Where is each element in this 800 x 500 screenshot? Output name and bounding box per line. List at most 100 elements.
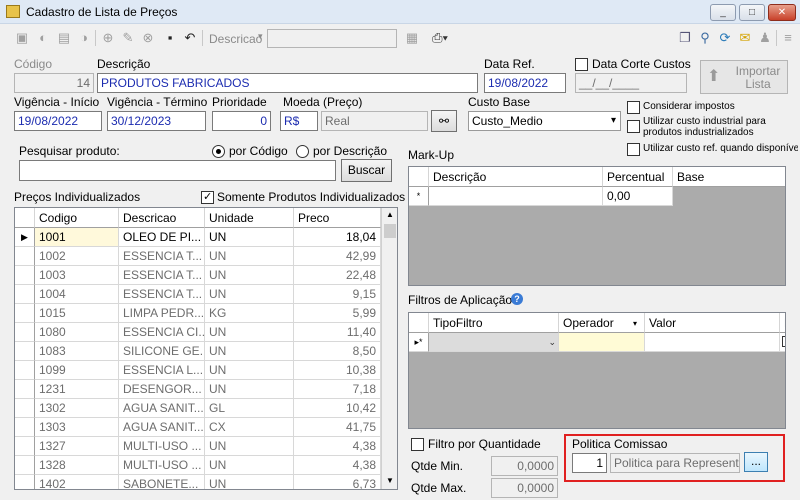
cell-codigo[interactable]: 1083 xyxy=(35,342,119,361)
col-header-preco[interactable]: Preco xyxy=(294,208,381,228)
close-button[interactable]: ✕ xyxy=(768,4,796,21)
add-icon[interactable]: ⊕ xyxy=(100,30,116,46)
cell-descricao[interactable]: SABONETE... xyxy=(119,475,205,489)
moeda-lookup-icon[interactable]: ⚯ xyxy=(431,110,457,132)
markup-new-base[interactable] xyxy=(673,187,785,206)
markup-new-descricao[interactable] xyxy=(429,187,603,206)
col-header-descricao[interactable]: Descrição xyxy=(429,167,603,187)
cell-codigo[interactable]: 1328 xyxy=(35,456,119,475)
col-header-valor[interactable]: Valor xyxy=(645,313,780,333)
save-icon[interactable]: ▪ xyxy=(162,30,178,46)
data-corte-checkbox[interactable] xyxy=(575,58,588,71)
filtro-quantidade-checkbox[interactable] xyxy=(411,438,424,451)
row-header[interactable] xyxy=(15,304,35,323)
custo-base-select[interactable]: Custo_Medio ▾ xyxy=(468,111,621,131)
edit-icon[interactable]: ✎ xyxy=(120,30,136,46)
cell-unidade[interactable]: UN xyxy=(205,285,294,304)
filter-field-label[interactable]: Descricao xyxy=(209,32,262,46)
col-header-codigo[interactable]: Codigo xyxy=(35,208,119,228)
row-header[interactable] xyxy=(15,323,35,342)
cell-codigo[interactable]: 1015 xyxy=(35,304,119,323)
cell-codigo[interactable]: 1004 xyxy=(35,285,119,304)
row-header[interactable] xyxy=(15,399,35,418)
previous-record-icon[interactable]: ◐ xyxy=(35,30,51,46)
radio-por-codigo[interactable] xyxy=(212,145,225,158)
cell-unidade[interactable]: UN xyxy=(205,323,294,342)
minimize-button[interactable]: _ xyxy=(710,4,736,21)
row-header[interactable] xyxy=(15,285,35,304)
windows-icon[interactable]: ❐ xyxy=(677,30,693,46)
precos-scrollbar[interactable]: ▲ ▼ xyxy=(381,208,397,489)
cell-descricao[interactable]: ESSENCIA T... xyxy=(119,285,205,304)
col-header-descricao[interactable]: Descricao xyxy=(119,208,205,228)
cell-unidade[interactable]: UN xyxy=(205,456,294,475)
cell-preco[interactable]: 11,40 xyxy=(294,323,381,342)
cell-descricao[interactable]: LIMPA PEDR... xyxy=(119,304,205,323)
cell-preco[interactable]: 22,48 xyxy=(294,266,381,285)
col-header-tipofiltro[interactable]: TipoFiltro xyxy=(429,313,559,333)
cell-preco[interactable]: 42,99 xyxy=(294,247,381,266)
row-header[interactable] xyxy=(15,342,35,361)
row-header[interactable] xyxy=(15,247,35,266)
cell-unidade[interactable]: UN xyxy=(205,247,294,266)
row-header[interactable] xyxy=(15,475,35,489)
cell-descricao[interactable]: ESSENCIA L... xyxy=(119,361,205,380)
cell-preco[interactable]: 18,04 xyxy=(294,228,381,247)
filtro-tipo-combo[interactable]: ⌄ xyxy=(429,333,559,352)
comissao-code-field[interactable]: 1 xyxy=(572,453,607,473)
col-header-unidade[interactable]: Unidade xyxy=(205,208,294,228)
col-header-base[interactable]: Base xyxy=(673,167,785,187)
cell-preco[interactable]: 10,38 xyxy=(294,361,381,380)
cell-descricao[interactable]: ESSENCIA T... xyxy=(119,247,205,266)
refresh-icon[interactable]: ⟳ xyxy=(717,30,733,46)
scroll-thumb[interactable] xyxy=(384,224,396,238)
cell-codigo[interactable]: 1002 xyxy=(35,247,119,266)
cell-preco[interactable]: 8,50 xyxy=(294,342,381,361)
vigencia-termino-field[interactable]: 30/12/2023 xyxy=(107,111,206,131)
custo-industrial-checkbox[interactable] xyxy=(627,120,640,133)
current-row-indicator[interactable]: ▶ xyxy=(15,228,35,247)
cell-unidade[interactable]: GL xyxy=(205,399,294,418)
cell-descricao[interactable]: OLEO DE PI... xyxy=(119,228,205,247)
menu-icon[interactable]: ≡ xyxy=(780,30,796,46)
cell-descricao[interactable]: MULTI-USO ... xyxy=(119,456,205,475)
descricao-field[interactable]: PRODUTOS FABRICADOS xyxy=(97,73,478,93)
filtro-valor-cell[interactable] xyxy=(645,333,780,352)
filtro-e-cell[interactable] xyxy=(780,333,785,352)
considerar-impostos-checkbox[interactable] xyxy=(627,101,640,114)
search-input[interactable] xyxy=(19,160,336,181)
filtro-operador-cell[interactable] xyxy=(559,333,645,352)
data-ref-field[interactable]: 19/08/2022 xyxy=(484,73,566,93)
printer-dropdown-icon[interactable]: ⎙▾ xyxy=(428,30,452,46)
chevron-down-icon[interactable]: ▾ xyxy=(258,31,263,42)
scroll-down-icon[interactable]: ▼ xyxy=(386,476,394,485)
importar-lista-button[interactable]: ⬆ Importar Lista xyxy=(700,60,788,94)
cell-unidade[interactable]: UN xyxy=(205,266,294,285)
comissao-lookup-button[interactable]: ... xyxy=(744,452,768,472)
next-record-icon[interactable]: ◑ xyxy=(76,30,92,46)
cell-descricao[interactable]: ESSENCIA CI... xyxy=(119,323,205,342)
maximize-button[interactable]: □ xyxy=(739,4,765,21)
cell-unidade[interactable]: UN xyxy=(205,228,294,247)
chevron-down-icon[interactable]: ▾ xyxy=(633,319,637,328)
cell-descricao[interactable]: DESENGOR... xyxy=(119,380,205,399)
user-icon[interactable]: ♟ xyxy=(757,30,773,46)
precos-grid[interactable]: Codigo Descricao Unidade Preco ▶ 1001 OLEO… xyxy=(14,207,398,490)
cell-unidade[interactable]: KG xyxy=(205,304,294,323)
help-icon[interactable]: ? xyxy=(511,293,523,305)
cell-codigo[interactable]: 1080 xyxy=(35,323,119,342)
row-header[interactable] xyxy=(15,266,35,285)
cell-descricao[interactable]: AGUA SANIT... xyxy=(119,418,205,437)
note-icon[interactable]: ✉ xyxy=(737,30,753,46)
cell-unidade[interactable]: UN xyxy=(205,437,294,456)
cell-preco[interactable]: 4,38 xyxy=(294,437,381,456)
markup-grid[interactable]: Descrição Percentual Base * 0,00 xyxy=(408,166,786,286)
toolbar-filter-input[interactable] xyxy=(267,29,397,48)
cell-descricao[interactable]: MULTI-USO ... xyxy=(119,437,205,456)
cell-unidade[interactable]: CX xyxy=(205,418,294,437)
col-header-e[interactable]: E xyxy=(780,313,785,333)
moeda-code-field[interactable]: R$ xyxy=(280,111,318,131)
cell-unidade[interactable]: UN xyxy=(205,475,294,489)
cell-unidade[interactable]: UN xyxy=(205,361,294,380)
cell-codigo[interactable]: 1402 xyxy=(35,475,119,489)
